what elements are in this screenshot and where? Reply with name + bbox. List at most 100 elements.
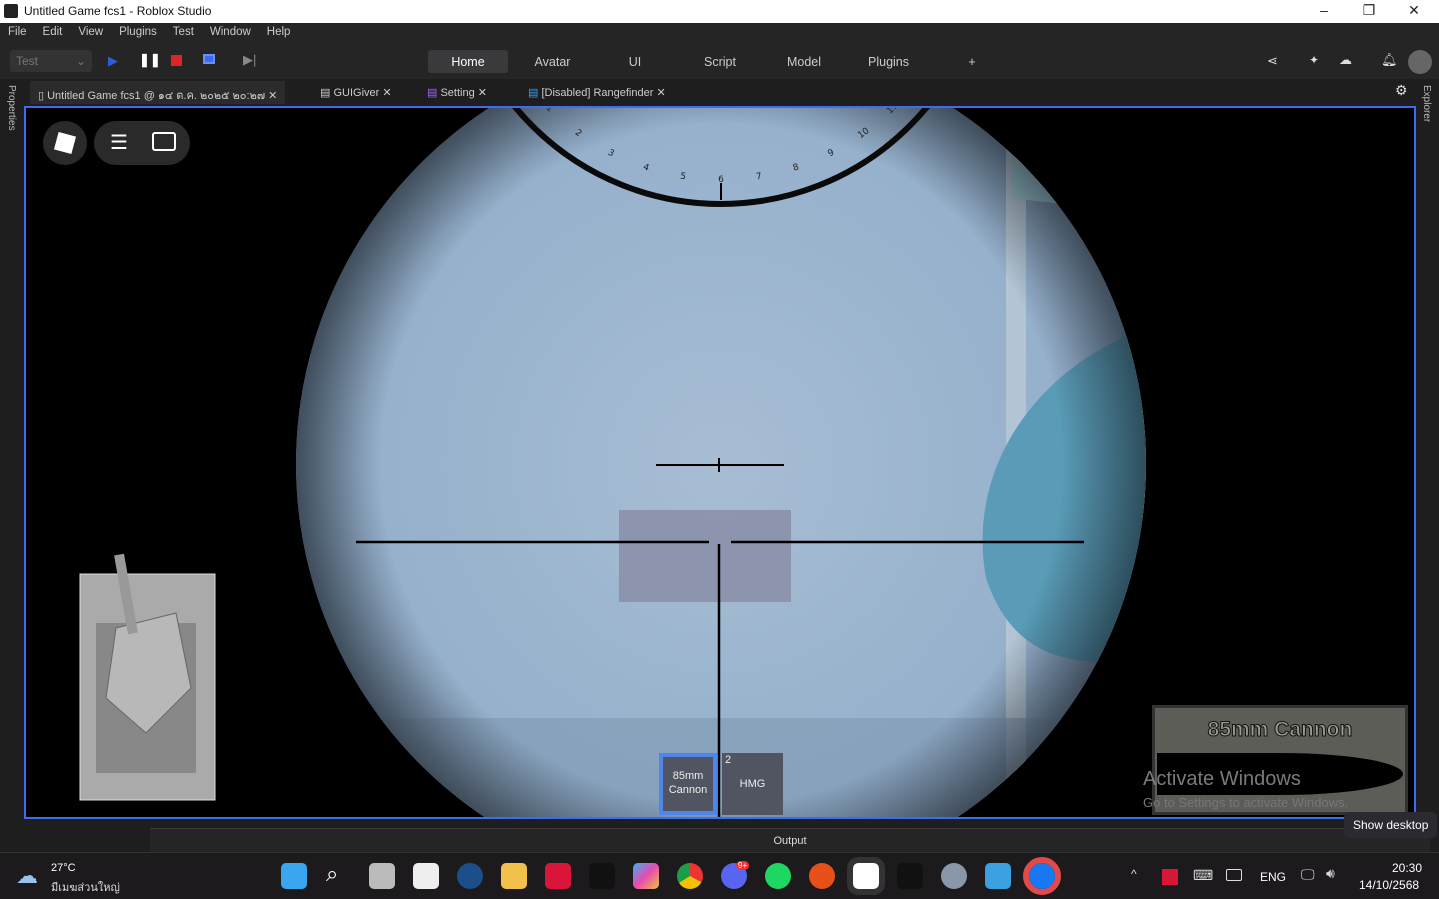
task-view-icon[interactable] [369,863,395,889]
clock-date[interactable]: 14/10/2568 [1359,878,1419,892]
close-button[interactable]: ✕ [1399,2,1429,19]
start-icon[interactable] [281,863,307,889]
tab-label: [Disabled] Rangefinder [541,87,654,99]
photos-icon[interactable] [985,863,1011,889]
game-viewport[interactable]: 1 2 3 4 5 6 7 8 9 10 11 ☰ 85mm Cannon 2 HMG 85mm C… [24,106,1416,819]
tab-home[interactable]: Home [428,50,508,73]
weapon-slot-label: HMG [739,778,766,790]
amd-icon[interactable] [545,863,571,889]
roblox-studio-taskbar-icon[interactable] [847,857,885,895]
tab-ui[interactable]: UI [610,50,660,73]
slot-key: 2 [725,754,732,766]
tank-minimap [79,553,216,801]
tab-model[interactable]: Model [774,50,834,73]
mode-select-value: Test [16,54,39,68]
weapon-slot-1[interactable]: 85mm Cannon [659,753,717,815]
share-icon[interactable]: ⋖ [1267,53,1278,69]
weapon-name: 85mm Cannon [1207,718,1353,742]
maximize-button[interactable]: ❐ [1354,2,1384,19]
chrome-icon[interactable] [677,863,703,889]
step-icon[interactable]: ▶| [243,52,256,68]
settings-gear-icon[interactable]: ⚙ [1395,82,1408,99]
client-server-icon[interactable] [203,54,215,64]
media-app-icon[interactable] [809,863,835,889]
minimize-button[interactable]: – [1309,2,1339,18]
store-icon[interactable] [413,863,439,889]
copilot-icon[interactable] [633,863,659,889]
weapon-slot-2[interactable]: 2 HMG [722,753,783,815]
output-panel[interactable]: Output [150,828,1430,852]
show-desktop-tooltip: Show desktop [1344,812,1438,838]
avatar[interactable] [1408,50,1432,74]
notification-badge: 9+ [736,861,750,870]
roblox-menu-button[interactable] [43,121,87,165]
explorer-label[interactable]: Explorer [1421,85,1432,122]
tab-label: Setting [440,87,475,99]
window-title: Untitled Game fcs1 - Roblox Studio [24,4,212,18]
output-label: Output [773,835,807,847]
clock-time[interactable]: 20:30 [1392,861,1422,875]
tab-label: Untitled Game fcs1 @ ๑๔ ต.ค. ๒๐๒๕ ๒๐:๒๗ [47,90,266,102]
document-tabs: ▯ Untitled Game fcs1 @ ๑๔ ต.ค. ๒๐๒๕ ๒๐:๒… [25,79,1415,105]
title-bar: Untitled Game fcs1 - Roblox Studio – ❐ ✕ [0,0,1439,23]
close-tab-icon[interactable]: ✕ [382,87,391,99]
tab-plugins[interactable]: Plugins [856,50,921,73]
tab-script[interactable]: Script [690,50,750,73]
add-tab-button[interactable]: + [962,50,982,73]
activate-windows-title: Activate Windows [1143,768,1301,790]
spotify-icon[interactable] [765,863,791,889]
taskbar: ☁ 27°C มีเมฆส่วนใหญ่ ⌕ 9+ ^ ⌨ ENG 🖵︎ 🔊︎ … [0,852,1439,899]
chat-icon[interactable] [152,132,176,151]
weather-desc[interactable]: มีเมฆส่วนใหญ่ [51,878,120,896]
activate-windows-subtitle: Go to Settings to activate Windows. [1143,795,1349,810]
facebook-icon[interactable] [1023,857,1061,895]
weapon-slot-label: 85mm Cannon [668,770,708,796]
assistant-icon[interactable]: ✦ [1309,53,1319,67]
pause-icon[interactable]: ❚❚ [139,52,161,68]
toolbar: Test ⌄ ▶ ❚❚ ▶| Home Avatar UI Script Mode… [0,44,1439,79]
menu-plugins[interactable]: Plugins [111,23,165,44]
tab-setting[interactable]: ▤ Setting ✕ [419,81,495,104]
cloud-icon[interactable]: ☁ [1339,52,1352,68]
menu-file[interactable]: File [0,23,35,44]
properties-panel-collapsed[interactable]: Properties [0,79,25,849]
menu-edit[interactable]: Edit [35,23,71,44]
steam-icon[interactable] [457,863,483,889]
amd-tray-icon[interactable] [1162,869,1178,885]
close-tab-icon[interactable]: ✕ [268,90,277,102]
explorer-panel-collapsed[interactable]: Explorer [1415,79,1439,849]
menu-window[interactable]: Window [202,23,259,44]
menu-help[interactable]: Help [259,23,299,44]
menu-test[interactable]: Test [165,23,202,44]
roblox-studio-logo-icon [4,4,18,18]
mode-select[interactable]: Test ⌄ [10,50,92,72]
weather-icon[interactable]: ☁ [16,863,38,889]
topbar-buttons: ☰ [94,121,190,165]
wave-app-2-icon[interactable] [897,863,923,889]
stop-icon[interactable] [171,55,182,66]
language-indicator[interactable]: ENG [1260,870,1286,884]
wave-app-icon[interactable] [589,863,615,889]
close-tab-icon[interactable]: ✕ [478,87,487,99]
settings-icon[interactable] [941,863,967,889]
range-scale-label: 6 [718,175,724,185]
search-icon[interactable]: ⌕ [326,861,338,887]
tray-overflow-icon[interactable]: ^ [1131,867,1137,881]
tab-place[interactable]: ▯ Untitled Game fcs1 @ ๑๔ ต.ค. ๒๐๒๕ ๒๐:๒… [30,81,286,104]
tab-label: GUIGiver [333,87,380,99]
tab-avatar[interactable]: Avatar [520,50,585,73]
menu-view[interactable]: View [70,23,111,44]
notification-bell-icon[interactable]: 🔔︎ [1381,52,1398,68]
tab-guigiver[interactable]: ▤ GUIGiver ✕ [312,81,400,104]
file-explorer-icon[interactable] [501,863,527,889]
properties-label[interactable]: Properties [6,85,17,131]
touchpad-icon[interactable] [1226,869,1242,881]
tab-rangefinder[interactable]: ▤ [Disabled] Rangefinder ✕ [520,81,674,104]
weather-temp[interactable]: 27°C [51,862,76,874]
keyboard-icon[interactable]: ⌨ [1193,867,1213,884]
network-icon[interactable]: 🖵︎ [1301,866,1315,883]
play-icon[interactable]: ▶ [108,53,118,69]
volume-icon[interactable]: 🔊︎ [1326,865,1335,882]
close-tab-icon[interactable]: ✕ [656,87,665,99]
hamburger-menu-icon[interactable]: ☰ [110,130,128,155]
